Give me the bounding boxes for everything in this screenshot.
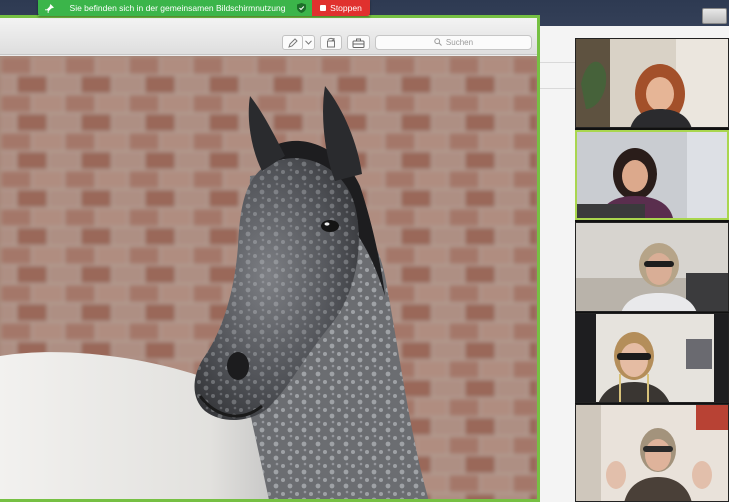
- video-gallery: [575, 38, 729, 502]
- search-placeholder: Suchen: [445, 38, 474, 47]
- screen-share-banner: Sie befinden sich in der gemeinsamen Bil…: [38, 0, 370, 16]
- participant-video-1-image: [576, 39, 728, 127]
- participant-video-4-image: [576, 314, 728, 402]
- rotate-icon: [325, 37, 337, 48]
- participant-video-4[interactable]: [575, 313, 729, 403]
- chevron-down-icon: [305, 40, 312, 45]
- stop-icon: [320, 5, 327, 11]
- participant-video-2-image: [577, 132, 727, 218]
- participant-video-5[interactable]: [575, 404, 729, 502]
- desktop-drive-icon[interactable]: [702, 8, 727, 24]
- participant-video-3-image: [576, 223, 728, 311]
- participant-video-2[interactable]: [575, 130, 729, 220]
- pin-icon[interactable]: [44, 3, 54, 13]
- shared-photo: [0, 56, 537, 499]
- participant-video-3[interactable]: [575, 222, 729, 312]
- participant-video-5-image: [576, 405, 728, 501]
- share-status-bar: Sie befinden sich in der gemeinsamen Bil…: [38, 0, 312, 16]
- search-icon: [434, 37, 442, 48]
- markup-button[interactable]: [282, 35, 303, 50]
- shield-icon: [297, 3, 306, 13]
- rotate-button[interactable]: [320, 35, 342, 50]
- pen-icon: [287, 37, 298, 48]
- stop-share-button[interactable]: Stoppen: [312, 0, 370, 16]
- window-toolbar: Suchen: [0, 18, 537, 55]
- markup-dropdown-button[interactable]: [303, 35, 315, 50]
- shared-app-window: Suchen: [0, 15, 540, 502]
- toolbox-icon: [352, 38, 365, 48]
- stop-share-label: Stoppen: [330, 3, 362, 13]
- share-status-text: Sie befinden sich in der gemeinsamen Bil…: [69, 3, 286, 13]
- toolbox-button[interactable]: [347, 35, 370, 50]
- search-input[interactable]: Suchen: [375, 35, 532, 50]
- horse-photo-image: [0, 56, 537, 499]
- participant-video-1[interactable]: [575, 38, 729, 128]
